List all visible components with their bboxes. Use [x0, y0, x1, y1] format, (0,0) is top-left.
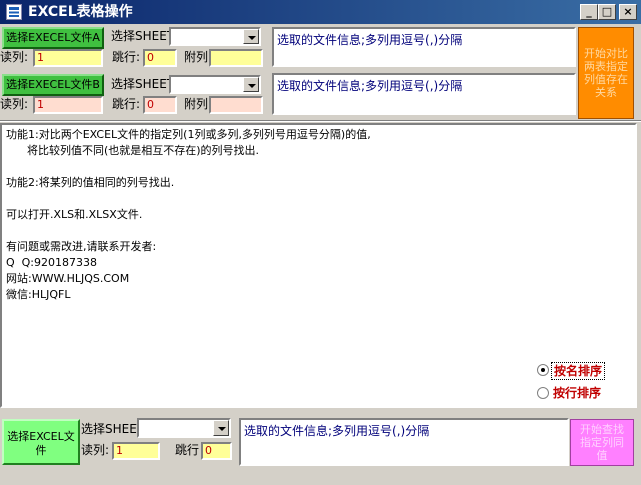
info-line: 功能1:对比两个EXCEL文件的指定列(1列或多列,多列列号用逗号分隔)的值,: [6, 128, 371, 141]
minimize-button[interactable]: _: [580, 4, 598, 20]
sheet-select[interactable]: [137, 418, 231, 438]
info-line: Q Q:920187338: [6, 256, 98, 269]
app-icon: [6, 4, 22, 20]
extra-col-a-input[interactable]: [209, 49, 263, 67]
chevron-down-icon[interactable]: [243, 77, 259, 92]
window-title: EXCEL表格操作: [28, 4, 133, 20]
info-line: 功能2:将某列的值相同的列号找出.: [6, 176, 175, 189]
extra-col-b-input[interactable]: [209, 96, 263, 114]
chevron-down-icon[interactable]: [213, 420, 229, 436]
read-col-a-input[interactable]: 1: [33, 49, 103, 67]
divider: [0, 120, 641, 122]
skip-row-b-label: 跳行:: [112, 97, 141, 111]
read-col-label: 读列:: [81, 443, 110, 457]
sort-by-row-radio[interactable]: [537, 387, 549, 399]
extra-col-b-label: 附列: [184, 97, 209, 111]
sheet-b-label: 选择SHEET: [111, 77, 175, 91]
select-file-button[interactable]: 选择EXCEL文件: [2, 419, 80, 465]
extra-col-a-label: 附列: [184, 50, 209, 64]
find-same-value-button[interactable]: 开始查找指定列同值: [570, 419, 634, 466]
file-info-textarea[interactable]: 选取的文件信息;多列用逗号(,)分隔: [239, 418, 569, 466]
read-col-a-label: 读列:: [0, 50, 29, 64]
file-b-info-textarea[interactable]: 选取的文件信息;多列用逗号(,)分隔: [272, 73, 576, 115]
read-col-input[interactable]: 1: [112, 442, 160, 460]
info-line: 微信:HLJQFL: [6, 288, 71, 301]
skip-row-input[interactable]: 0: [201, 442, 232, 460]
sheet-a-label: 选择SHEET: [111, 29, 175, 43]
chevron-down-icon[interactable]: [243, 29, 259, 44]
read-col-b-label: 读列:: [0, 97, 29, 111]
close-button[interactable]: ×: [619, 4, 637, 20]
file-a-info-textarea[interactable]: 选取的文件信息;多列用逗号(,)分隔: [272, 27, 576, 67]
sort-by-name-label[interactable]: 按名排序: [551, 362, 606, 380]
info-line: 网站:WWW.HLJQS.COM: [6, 272, 130, 285]
select-file-a-button[interactable]: 选择EXECEL文件A: [2, 27, 104, 49]
sheet-a-select[interactable]: [169, 27, 261, 46]
sheet-label: 选择SHEET: [81, 422, 145, 436]
read-col-b-input[interactable]: 1: [33, 96, 103, 114]
skip-row-a-input[interactable]: 0: [143, 49, 177, 67]
skip-row-label: 跳行: [175, 443, 200, 457]
skip-row-a-label: 跳行:: [112, 50, 141, 64]
select-file-b-button[interactable]: 选择EXECEL文件B: [2, 74, 104, 96]
info-line: 有问题或需改进,请联系开发者:: [6, 240, 157, 253]
info-line: 可以打开.XLS和.XLSX文件.: [6, 208, 143, 221]
sort-by-row-label[interactable]: 按行排序: [551, 385, 603, 401]
sort-by-name-radio[interactable]: [537, 364, 549, 376]
info-line: 将比较列值不同(也就是相互不存在)的列号找出.: [6, 144, 260, 157]
skip-row-b-input[interactable]: 0: [143, 96, 177, 114]
maximize-button[interactable]: □: [598, 4, 616, 20]
compare-columns-button[interactable]: 开始对比两表指定列值存在关系: [578, 27, 634, 119]
sheet-b-select[interactable]: [169, 75, 261, 94]
